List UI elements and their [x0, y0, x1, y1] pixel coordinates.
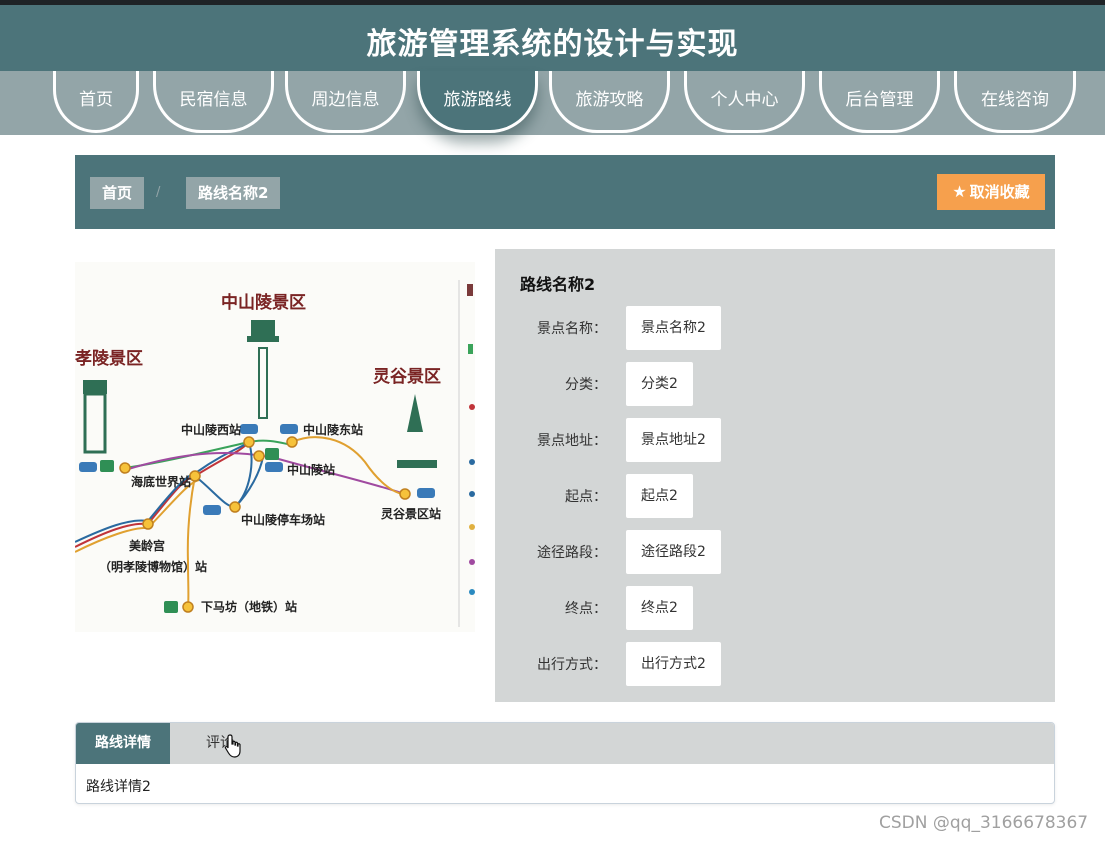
info-label: 分类：	[565, 377, 607, 393]
nav-item-routes[interactable]: 旅游路线	[417, 71, 538, 133]
nav-item-admin[interactable]: 后台管理	[819, 71, 940, 133]
nav-item-home[interactable]: 首页	[53, 71, 139, 133]
info-value: 终点2	[626, 586, 693, 630]
map-label-xiaoling: 孝陵景区	[75, 348, 143, 368]
info-row-address: 景点地址： 景点地址2	[495, 418, 1055, 462]
star-icon: ★	[952, 182, 967, 201]
info-row-travel-mode: 出行方式： 出行方式2	[495, 642, 1055, 686]
info-value: 起点2	[626, 474, 693, 518]
breadcrumb-current: 路线名称2	[186, 177, 281, 209]
info-row-via: 途径路段： 途径路段2	[495, 530, 1055, 574]
nav-item-consult[interactable]: 在线咨询	[954, 71, 1076, 133]
map-label-museum-station: （明孝陵博物馆）站	[99, 559, 207, 574]
info-label: 景点地址：	[537, 433, 607, 449]
info-row-end: 终点： 终点2	[495, 586, 1055, 630]
info-label: 出行方式：	[537, 657, 607, 673]
info-value: 出行方式2	[626, 642, 721, 686]
map-label-station: 中山陵站	[287, 462, 335, 477]
info-label: 起点：	[565, 489, 607, 505]
nav-item-guides[interactable]: 旅游攻略	[549, 71, 670, 133]
map-label-ocean-station: 海底世界站	[131, 474, 191, 489]
map-label-west-station: 中山陵西站	[181, 422, 241, 437]
breadcrumb-home[interactable]: 首页	[90, 177, 145, 209]
info-value: 景点名称2	[626, 306, 721, 350]
info-label: 景点名称：	[537, 321, 607, 337]
tab-header: 路线详情 评论	[76, 723, 1054, 764]
route-tabs: 路线详情 评论 路线详情2	[75, 722, 1055, 804]
hand-cursor-icon	[224, 734, 241, 758]
tab-route-details[interactable]: 路线详情	[76, 723, 170, 764]
breadcrumb: 首页 / 路线名称2 ★ 取消收藏	[75, 155, 1055, 229]
tab-content: 路线详情2	[86, 779, 151, 795]
nav-item-profile[interactable]: 个人中心	[684, 71, 805, 133]
info-label: 终点：	[565, 601, 607, 617]
csdn-watermark: CSDN @qq_3166678367	[879, 813, 1089, 833]
site-header: 旅游管理系统的设计与实现	[0, 5, 1105, 71]
info-row-start: 起点： 起点2	[495, 474, 1055, 518]
unfavorite-label: 取消收藏	[969, 183, 1030, 201]
info-value: 途径路段2	[626, 530, 721, 574]
map-label-zhongshanling: 中山陵景区	[221, 292, 306, 312]
map-label-meiling: 美龄宫	[129, 538, 165, 553]
info-label: 途径路段：	[537, 545, 607, 561]
route-info-panel: 路线名称2 景点名称： 景点名称2 分类： 分类2 景点地址： 景点地址2 起点…	[495, 249, 1055, 702]
main-nav: 首页 民宿信息 周边信息 旅游路线 旅游攻略 个人中心 后台管理 在线咨询	[0, 71, 1105, 135]
map-label-east-station: 中山陵东站	[303, 422, 363, 437]
info-row-category: 分类： 分类2	[495, 362, 1055, 406]
info-value: 景点地址2	[626, 418, 721, 462]
info-row-attraction-name: 景点名称： 景点名称2	[495, 306, 1055, 350]
map-label-linggu-station: 灵谷景区站	[381, 506, 441, 521]
route-title: 路线名称2	[520, 275, 596, 294]
map-label-parking-station: 中山陵停车场站	[241, 512, 325, 527]
route-map-svg: 中山陵景区 孝陵景区 灵谷景区 中山陵西站 中山陵东站 中山陵站 海底世界站 中…	[75, 262, 475, 632]
site-title: 旅游管理系统的设计与实现	[366, 27, 739, 62]
route-map-image: 中山陵景区 孝陵景区 灵谷景区 中山陵西站 中山陵东站 中山陵站 海底世界站 中…	[75, 262, 475, 632]
map-label-linggu: 灵谷景区	[373, 367, 441, 386]
info-value: 分类2	[626, 362, 693, 406]
nav-item-homestay[interactable]: 民宿信息	[153, 71, 274, 133]
breadcrumb-separator: /	[156, 185, 161, 200]
unfavorite-button[interactable]: ★ 取消收藏	[937, 174, 1045, 210]
nav-item-nearby[interactable]: 周边信息	[285, 71, 406, 133]
map-label-xiamafang-station: 下马坊（地铁）站	[201, 599, 297, 614]
